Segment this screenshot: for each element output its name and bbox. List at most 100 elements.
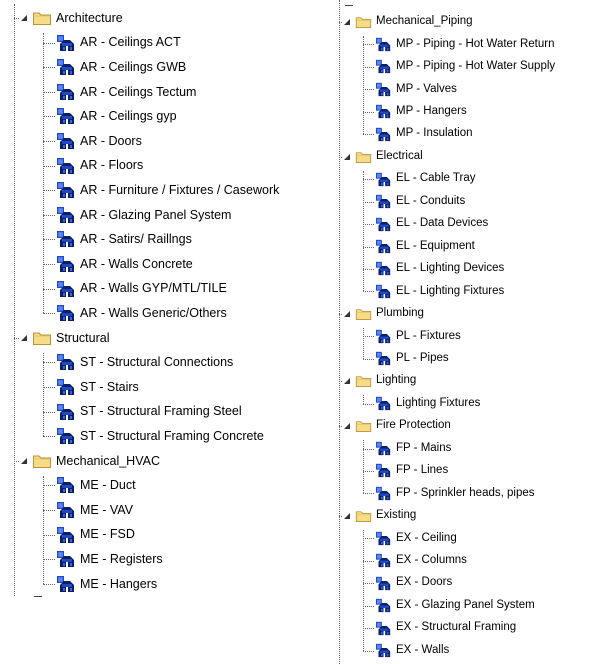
selection-set-el-cable-tray[interactable]: EL - Cable Tray (375, 168, 475, 190)
selection-set-pl-pipes[interactable]: PL - Pipes (375, 348, 449, 370)
tree-group-label: Lighting (376, 374, 417, 387)
expanded-triangle-icon[interactable] (20, 13, 28, 23)
selection-set-st-structural-framing-steel[interactable]: ST - Structural Framing Steel (56, 399, 242, 424)
tree-connector-line (363, 538, 374, 540)
selection-set-ar-ceilings-act[interactable]: AR - Ceilings ACT (56, 30, 181, 55)
selection-set-el-data-devices[interactable]: EL - Data Devices (375, 213, 488, 235)
tree-connector-line (363, 328, 364, 359)
selection-set-label: PL - Fixtures (396, 329, 461, 342)
selection-set-fp-lines[interactable]: FP - Lines (375, 460, 448, 482)
tree-connector-line (363, 358, 374, 360)
selection-set-el-lighting-devices[interactable]: EL - Lighting Devices (375, 258, 504, 280)
tree-connector-line (363, 650, 374, 652)
tree-group-structural[interactable]: Structural (20, 326, 110, 351)
selection-set-me-duct[interactable]: ME - Duct (56, 473, 136, 498)
expanded-triangle-icon[interactable] (343, 309, 351, 319)
tree-connector-line (363, 224, 374, 226)
tree-connector-line (339, 156, 342, 158)
selection-set-ar-furniture-fixtures-casework[interactable]: AR - Furniture / Fixtures / Casework (56, 178, 279, 203)
tree-group-label: Architecture (56, 10, 123, 25)
selection-set-icon (57, 206, 74, 223)
selection-set-icon (57, 526, 74, 543)
tree-group-existing[interactable]: Existing (343, 505, 416, 527)
tree-group-architecture[interactable]: Architecture (20, 6, 123, 31)
selection-set-me-fsd[interactable]: ME - FSD (56, 522, 135, 547)
selection-set-icon (57, 305, 74, 322)
tree-group-electrical[interactable]: Electrical (343, 145, 423, 167)
selection-set-label: EX - Doors (396, 576, 453, 589)
selection-set-fp-sprinkler-heads-pipes[interactable]: FP - Sprinkler heads, pipes (375, 482, 535, 504)
tree-connector-line (363, 403, 374, 405)
tree-connector-line (363, 448, 374, 450)
selection-set-mp-piping-hot-water-return[interactable]: MP - Piping - Hot Water Return (375, 33, 555, 55)
selection-set-label: AR - Walls GYP/MTL/TILE (80, 281, 227, 296)
expanded-triangle-icon[interactable] (20, 333, 28, 343)
selection-set-ex-columns[interactable]: EX - Columns (375, 550, 467, 572)
selection-set-icon (57, 231, 74, 248)
selection-set-ar-satirs-raillngs[interactable]: AR - Satirs/ Raillngs (56, 227, 192, 252)
selection-set-el-equipment[interactable]: EL - Equipment (375, 235, 475, 257)
selection-set-ar-ceilings-gwb[interactable]: AR - Ceilings GWB (56, 55, 186, 80)
tree-connector-line (363, 89, 374, 91)
selection-set-ex-doors[interactable]: EX - Doors (375, 572, 452, 594)
tree-connector-line (363, 179, 374, 181)
expanded-triangle-icon[interactable] (20, 456, 28, 466)
selection-set-label: ME - Registers (80, 551, 163, 566)
selection-set-mp-piping-hot-water-supply[interactable]: MP - Piping - Hot Water Supply (375, 56, 555, 78)
tree-group-plumbing[interactable]: Plumbing (343, 303, 424, 325)
left-tree-pane: Architecture AR - Ceilings ACT AR - Ceilin… (0, 0, 318, 600)
selection-set-ar-glazing-panel-system[interactable]: AR - Glazing Panel System (56, 203, 231, 228)
selection-set-el-conduits[interactable]: EL - Conduits (375, 190, 465, 212)
expanded-triangle-icon[interactable] (343, 421, 351, 431)
selection-set-mp-hangers[interactable]: MP - Hangers (375, 101, 467, 123)
tree-end-marker (34, 596, 42, 597)
expanded-triangle-icon[interactable] (343, 376, 351, 386)
selection-set-ar-walls-generic-others[interactable]: AR - Walls Generic/Others (56, 301, 227, 326)
selection-set-fp-mains[interactable]: FP - Mains (375, 437, 451, 459)
selection-set-label: AR - Glazing Panel System (80, 207, 232, 222)
selection-set-st-structural-framing-concrete[interactable]: ST - Structural Framing Concrete (56, 424, 264, 449)
selection-set-ex-ceiling[interactable]: EX - Ceiling (375, 527, 457, 549)
selection-set-me-hangers[interactable]: ME - Hangers (56, 572, 157, 597)
tree-connector-line (363, 628, 374, 630)
tree-group-fire-protection[interactable]: Fire Protection (343, 415, 451, 437)
selection-set-el-lighting-fixtures[interactable]: EL - Lighting Fixtures (375, 280, 504, 302)
selection-set-icon (57, 501, 74, 518)
selection-set-lighting-fixtures[interactable]: Lighting Fixtures (375, 392, 480, 414)
tree-group-label: Plumbing (376, 307, 424, 320)
selection-set-me-vav[interactable]: ME - VAV (56, 498, 133, 523)
selection-set-pl-fixtures[interactable]: PL - Fixtures (375, 325, 461, 347)
selection-set-icon (376, 464, 391, 478)
selection-set-label: ME - Duct (80, 478, 136, 493)
selection-set-ar-floors[interactable]: AR - Floors (56, 153, 143, 178)
expanded-triangle-icon[interactable] (343, 511, 351, 521)
expanded-triangle-icon[interactable] (343, 17, 351, 27)
expanded-triangle-icon[interactable] (343, 152, 351, 162)
selection-set-st-structural-connections[interactable]: ST - Structural Connections (56, 350, 233, 375)
selection-set-ex-structural-framing[interactable]: EX - Structural Framing (375, 617, 516, 639)
tree-connector-line (14, 460, 19, 462)
selection-set-ex-glazing-panel-system[interactable]: EX - Glazing Panel System (375, 594, 535, 616)
tree-connector-line (43, 239, 55, 241)
selection-set-label: EX - Walls (396, 643, 450, 656)
selection-set-me-registers[interactable]: ME - Registers (56, 547, 163, 572)
selection-set-mp-valves[interactable]: MP - Valves (375, 78, 457, 100)
selection-set-ar-walls-gyp-mtl-tile[interactable]: AR - Walls GYP/MTL/TILE (56, 276, 227, 301)
selection-set-ar-walls-concrete[interactable]: AR - Walls Concrete (56, 252, 193, 277)
selection-set-ar-doors[interactable]: AR - Doors (56, 129, 142, 154)
selection-set-label: EX - Structural Framing (396, 621, 517, 634)
selection-set-st-stairs[interactable]: ST - Stairs (56, 375, 139, 400)
tree-connector-line (363, 560, 374, 562)
selection-set-ar-ceilings-gyp[interactable]: AR - Ceilings gyp (56, 104, 177, 129)
tree-group-mechanical-piping[interactable]: Mechanical_Piping (343, 11, 473, 33)
tree-group-mechanical-hvac[interactable]: Mechanical_HVAC (20, 449, 160, 474)
selection-set-ex-walls[interactable]: EX - Walls (375, 639, 449, 661)
tree-group-lighting[interactable]: Lighting (343, 370, 416, 392)
selection-set-icon (376, 329, 391, 343)
selection-set-ar-ceilings-tectum[interactable]: AR - Ceilings Tectum (56, 80, 196, 105)
selection-set-label: AR - Walls Concrete (80, 256, 193, 271)
tree-group-label: Mechanical_HVAC (56, 453, 160, 468)
folder-icon (355, 511, 372, 522)
selection-set-mp-insulation[interactable]: MP - Insulation (375, 123, 473, 145)
selection-set-icon (376, 643, 391, 658)
